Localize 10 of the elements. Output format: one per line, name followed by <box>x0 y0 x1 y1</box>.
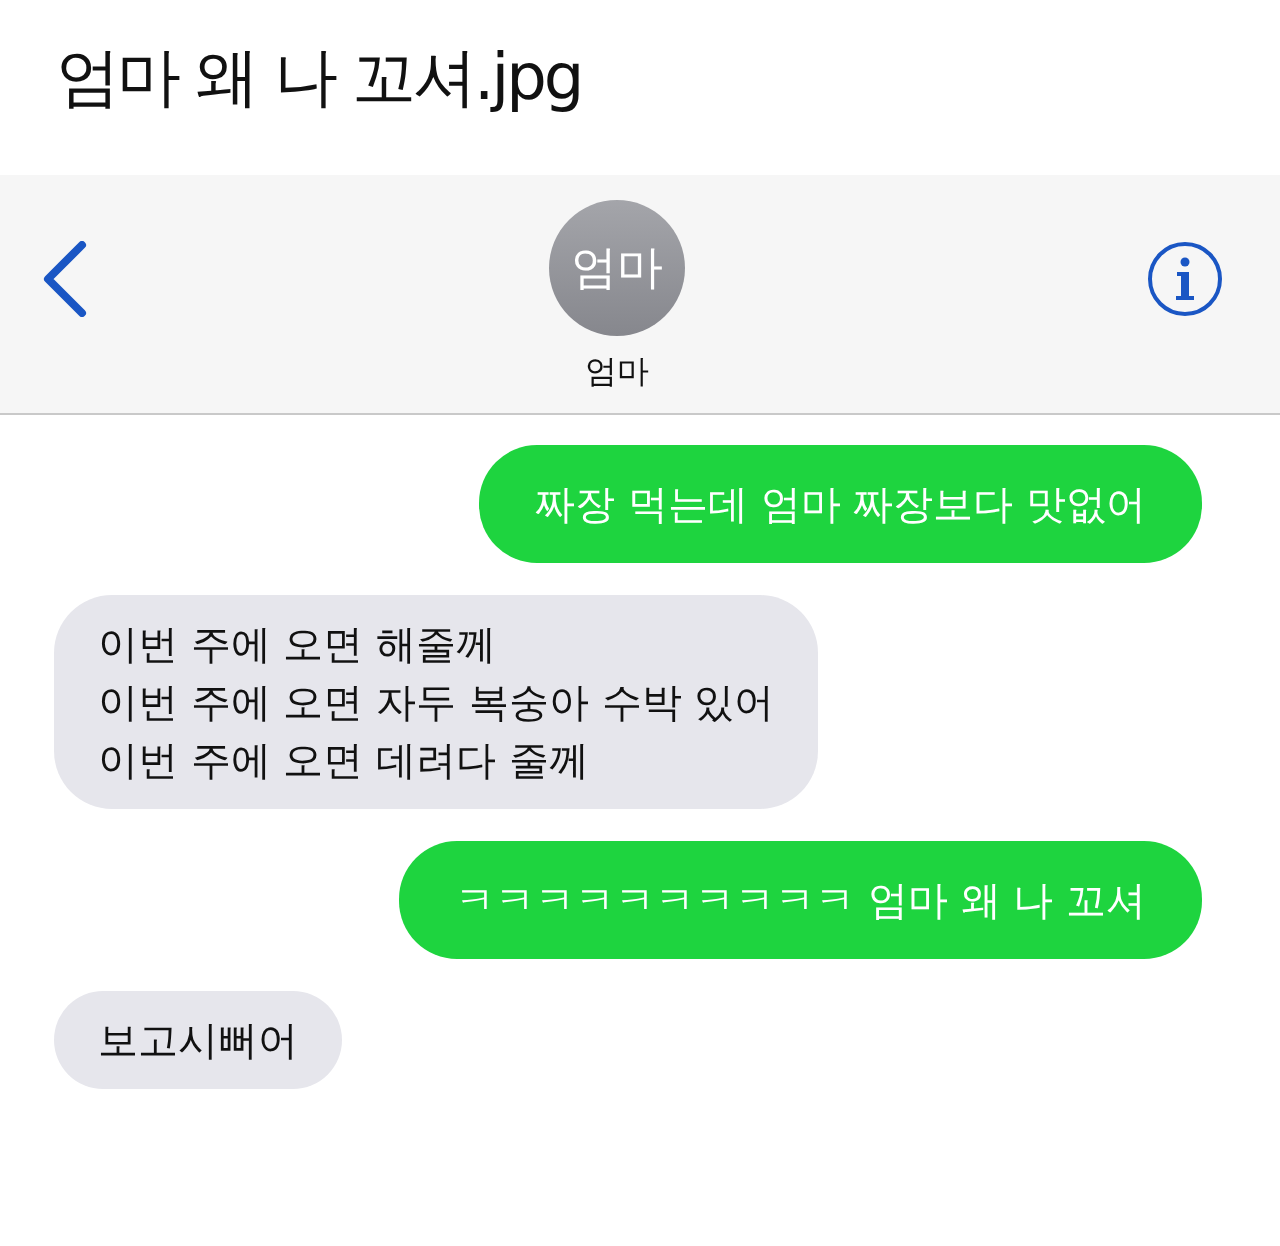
page-title: 엄마 왜 나 꼬셔.jpg <box>55 39 583 116</box>
message-text: 이번 주에 오면 해줄께 <box>98 620 498 669</box>
contact-avatar[interactable]: 엄마 <box>549 200 685 336</box>
contact-name: 엄마 <box>585 351 649 392</box>
info-icon[interactable] <box>1146 240 1224 318</box>
message-text: 짜장 먹는데 엄마 짜장보다 맛없어 <box>535 480 1146 529</box>
message-text: 이번 주에 오면 자두 복숭아 수박 있어 <box>98 678 775 727</box>
message-text: 이번 주에 오면 데려다 줄께 <box>98 736 590 785</box>
message-text: 보고시뻐어 <box>98 1016 298 1065</box>
message-text: ㅋㅋㅋㅋㅋㅋㅋㅋㅋㅋ 엄마 왜 나 꼬셔 <box>455 876 1146 925</box>
